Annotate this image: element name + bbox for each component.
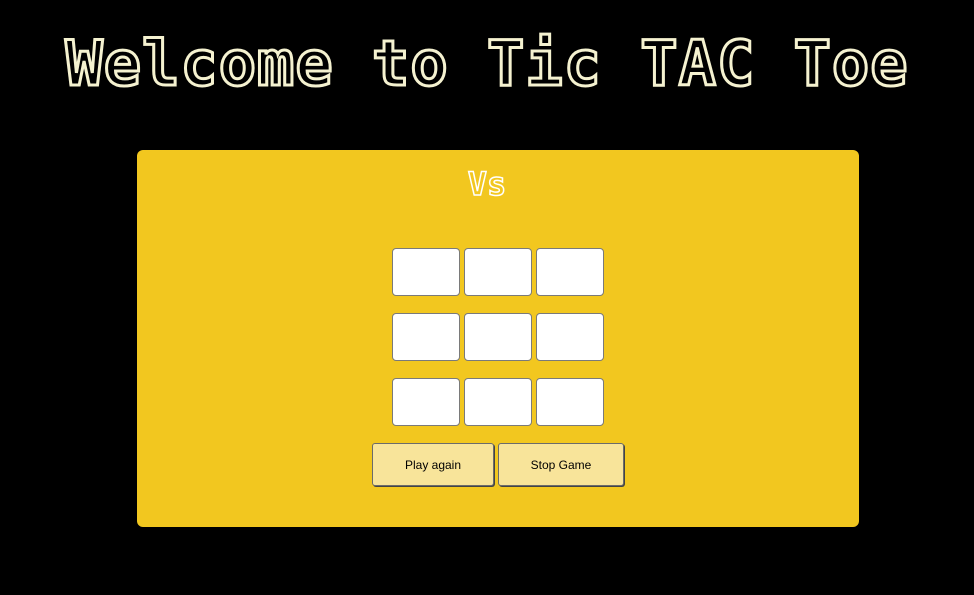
board-cell-1-3[interactable] (536, 248, 604, 296)
board-cell-3-3[interactable] (536, 378, 604, 426)
stop-game-button[interactable]: Stop Game (498, 443, 624, 486)
board-cell-2-2[interactable] (464, 313, 532, 361)
board-row-1 (392, 248, 604, 296)
board-row-3 (392, 378, 604, 426)
board-cell-3-1[interactable] (392, 378, 460, 426)
vs-label: Vs (467, 164, 507, 204)
board-cell-2-3[interactable] (536, 313, 604, 361)
board-row-2 (392, 313, 604, 361)
page-title: Welcome to Tic TAC Toe (64, 26, 909, 102)
board-cell-2-1[interactable] (392, 313, 460, 361)
board-cell-3-2[interactable] (464, 378, 532, 426)
board-cell-1-2[interactable] (464, 248, 532, 296)
page: Welcome to Tic TAC Toe Vs Play again Sto… (0, 0, 974, 595)
play-again-button[interactable]: Play again (372, 443, 494, 486)
game-board (392, 248, 604, 443)
board-cell-1-1[interactable] (392, 248, 460, 296)
game-controls: Play again Stop Game (372, 443, 624, 486)
